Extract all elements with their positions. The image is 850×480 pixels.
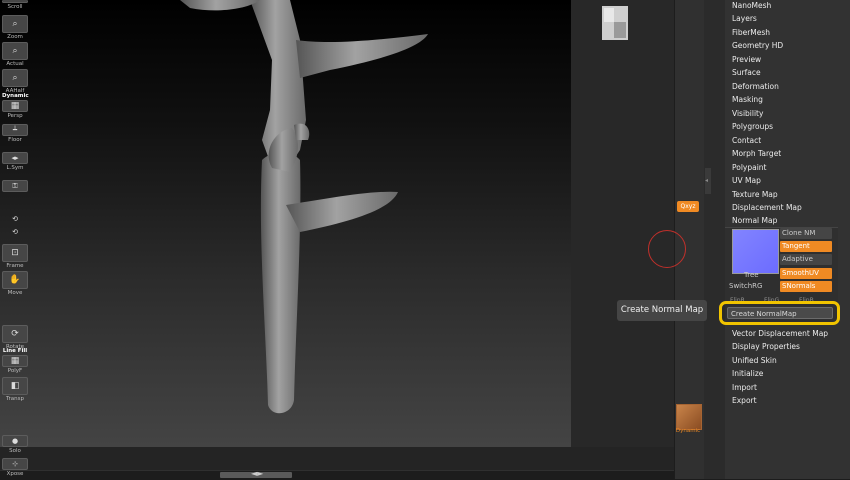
frame-tool[interactable]: ⊡ Frame: [2, 244, 28, 270]
menu-initialize[interactable]: Initialize: [732, 369, 763, 379]
polyf-tool[interactable]: Line Fill ▦ PolyF: [2, 348, 28, 375]
polyf-label: PolyF: [7, 368, 23, 374]
highlight-annotation: [719, 301, 840, 325]
menu-normal-map[interactable]: Normal Map: [732, 216, 777, 226]
rotate-axis-tool-2[interactable]: ⟲: [2, 227, 28, 238]
dynamic-solo-label: Dynamic: [675, 428, 701, 434]
persp-tool[interactable]: Dynamic ▦ Persp: [2, 93, 29, 120]
transp-tool[interactable]: ◧ Transp: [2, 377, 28, 403]
zoom-label: Zoom: [7, 34, 23, 40]
lock-icon: ⚿: [2, 180, 28, 192]
transp-label: Transp: [5, 396, 25, 402]
menu-nanomesh[interactable]: NanoMesh: [732, 1, 771, 11]
menu-deformation[interactable]: Deformation: [732, 82, 779, 92]
aahalf-tool[interactable]: ⌕ AAHalf: [2, 69, 28, 95]
menu-unified-skin[interactable]: Unified Skin: [732, 356, 777, 366]
aahalf-icon: ⌕: [2, 69, 28, 87]
xpose-icon: ⊹: [2, 458, 28, 470]
expand-arrows-icon: ◄►: [251, 469, 264, 478]
transform-tool[interactable]: ⚿: [2, 180, 28, 193]
adaptive-toggle[interactable]: Adaptive: [780, 254, 832, 265]
menu-texture-map[interactable]: Texture Map: [732, 190, 778, 200]
menu-visibility[interactable]: Visibility: [732, 109, 763, 119]
solo-icon: ●: [2, 435, 28, 447]
zoom-icon: ⌕: [2, 15, 28, 33]
normal-map-preview-label: Tree: [744, 271, 759, 279]
lsym-label: L.Sym: [6, 165, 24, 171]
menu-vector-displacement-map[interactable]: Vector Displacement Map: [732, 329, 828, 339]
floor-label: Floor: [8, 137, 22, 143]
move-label: Move: [7, 290, 23, 296]
dynamic-label: Dynamic: [2, 93, 29, 99]
grid-icon: ▦: [2, 100, 28, 112]
rotate-axis-icon: ⟲: [12, 214, 18, 223]
xpose-tool[interactable]: ⊹ Xpose: [2, 458, 28, 478]
menu-fibermesh[interactable]: FiberMesh: [732, 28, 770, 38]
zoom-tool[interactable]: ⌕ Zoom: [2, 15, 28, 41]
menu-displacement-map[interactable]: Displacement Map: [732, 203, 802, 213]
canvas-viewport[interactable]: [0, 0, 571, 447]
polyframe-icon: ▦: [2, 355, 28, 367]
menu-morph-target[interactable]: Morph Target: [732, 149, 781, 159]
menu-layers[interactable]: Layers: [732, 14, 757, 24]
brush-thumbnail[interactable]: [676, 404, 702, 430]
solo-label: Solo: [9, 448, 21, 454]
menu-preview[interactable]: Preview: [732, 55, 761, 65]
collapse-arrow-icon[interactable]: ◂: [705, 177, 708, 184]
scroll-tool[interactable]: Scroll: [2, 0, 28, 11]
lsym-tool[interactable]: ◂▸ L.Sym: [2, 152, 28, 172]
xyz-button[interactable]: Qxyz: [677, 201, 699, 212]
xpose-label: Xpose: [6, 471, 24, 477]
tangent-toggle[interactable]: Tangent: [780, 241, 832, 252]
menu-polypaint[interactable]: Polypaint: [732, 163, 767, 173]
rotate-axis-icon-2: ⟲: [12, 227, 18, 236]
brush-cursor: [648, 230, 686, 268]
menu-import[interactable]: Import: [732, 383, 757, 393]
transp-icon: ◧: [2, 377, 28, 395]
menu-masking[interactable]: Masking: [732, 95, 763, 105]
move-tool[interactable]: ✋ Move: [2, 271, 28, 297]
rotate-axis-tool[interactable]: ⟲: [2, 214, 28, 225]
frame-icon: ⊡: [2, 244, 28, 262]
tooltip: Create Normal Map: [617, 300, 707, 321]
actual-label: Actual: [6, 61, 24, 67]
solo-tool[interactable]: ● Solo: [2, 435, 28, 455]
palette-scroll-rail[interactable]: [704, 0, 725, 479]
floor-tool[interactable]: ┷ Floor: [2, 124, 28, 144]
smoothuv-toggle[interactable]: SmoothUV: [780, 268, 832, 279]
frame-label: Frame: [6, 263, 24, 269]
persp-label: Persp: [7, 113, 23, 119]
linefill-label: Line Fill: [2, 348, 28, 354]
scroll-icon: [2, 0, 28, 3]
menu-export[interactable]: Export: [732, 396, 757, 406]
bottom-tray-handle[interactable]: ◄►: [220, 469, 292, 478]
switchrg-toggle[interactable]: SwitchRG: [729, 282, 762, 290]
move-icon: ✋: [2, 271, 28, 289]
menu-uv-map[interactable]: UV Map: [732, 176, 761, 186]
snormals-toggle[interactable]: SNormals: [780, 281, 832, 292]
menu-polygroups[interactable]: Polygroups: [732, 122, 773, 132]
menu-contact[interactable]: Contact: [732, 136, 761, 146]
menu-surface[interactable]: Surface: [732, 68, 761, 78]
normal-map-preview[interactable]: [732, 229, 779, 274]
actual-tool[interactable]: ⌕ Actual: [2, 42, 28, 68]
floor-icon: ┷: [2, 124, 28, 136]
rotate-icon: ⟳: [2, 325, 28, 343]
menu-display-properties[interactable]: Display Properties: [732, 342, 800, 352]
clone-nm-button[interactable]: Clone NM: [780, 228, 832, 239]
menu-geometry-hd[interactable]: Geometry HD: [732, 41, 783, 51]
symmetry-icon: ◂▸: [2, 152, 28, 164]
antler-model: [180, 0, 428, 414]
actual-icon: ⌕: [2, 42, 28, 60]
navigation-gizmo[interactable]: [590, 0, 638, 46]
scroll-label: Scroll: [7, 4, 23, 10]
